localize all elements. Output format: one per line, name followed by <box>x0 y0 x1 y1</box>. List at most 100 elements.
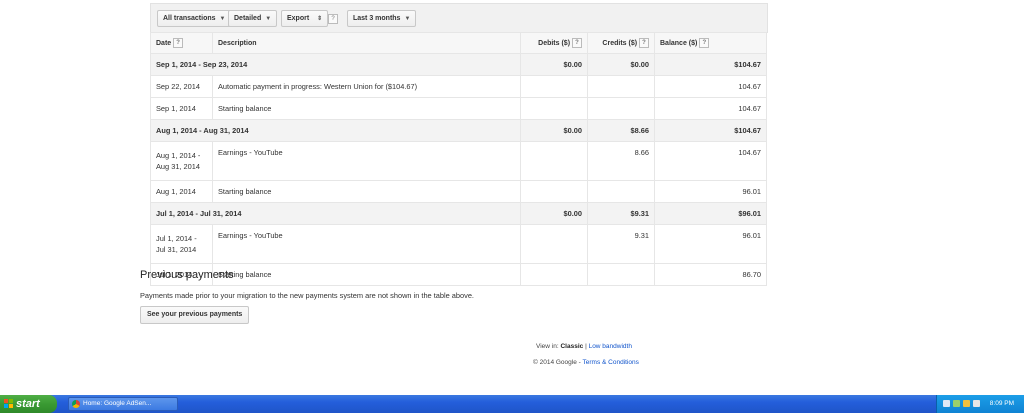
clock[interactable]: 8:09 PM <box>990 395 1014 413</box>
windows-taskbar: start Home: Google AdSen... 8:09 PM <box>0 395 1024 413</box>
balance-cell: $104.67 <box>654 53 767 76</box>
period-summary-row: Jul 1, 2014 - Jul 31, 2014 $0.00 $9.31 $… <box>150 202 767 225</box>
balance-column-header: Balance ($) ? <box>654 32 767 54</box>
windows-logo-icon <box>4 399 13 408</box>
debits-cell <box>520 180 588 203</box>
debits-cell <box>520 97 588 120</box>
credits-cell: 9.31 <box>587 224 655 264</box>
shield-icon[interactable] <box>953 400 960 407</box>
credits-cell: 8.66 <box>587 141 655 181</box>
period-range: Aug 1, 2014 - Aug 31, 2014 <box>150 119 521 142</box>
classic-view-label: Classic <box>560 343 584 350</box>
taskbar-item-browser[interactable]: Home: Google AdSen... <box>68 397 178 411</box>
credits-cell: $8.66 <box>587 119 655 142</box>
balance-cell: 104.67 <box>654 97 767 120</box>
footer-separator: | <box>585 343 587 350</box>
volume-icon[interactable] <box>963 400 970 407</box>
table-header-row: Date ? Description Debits ($) ? Credits … <box>150 32 767 54</box>
transactions-table: Date ? Description Debits ($) ? Credits … <box>150 32 767 286</box>
balance-cell: 86.70 <box>654 263 767 286</box>
view-mode-dropdown[interactable]: Detailed ▼ <box>228 10 278 27</box>
table-row: Sep 1, 2014 Starting balance 104.67 <box>150 97 767 120</box>
help-icon[interactable]: ? <box>699 38 710 48</box>
debits-cell: $0.00 <box>520 119 588 142</box>
caret-down-icon: ▼ <box>265 16 272 22</box>
terms-link[interactable]: Terms & Conditions <box>583 359 639 366</box>
description-cell: Earnings - YouTube <box>212 224 521 264</box>
table-row: Jul 1, 2014 Starting balance 86.70 <box>150 263 767 286</box>
previous-payments-text: Payments made prior to your migration to… <box>140 291 474 300</box>
period-summary-row: Sep 1, 2014 - Sep 23, 2014 $0.00 $0.00 $… <box>150 53 767 76</box>
export-label: Export <box>287 15 310 22</box>
credits-cell <box>587 97 655 120</box>
table-row: Jul 1, 2014 - Jul 31, 2014 Earnings - You… <box>150 224 767 264</box>
balance-cell: $104.67 <box>654 119 767 142</box>
view-mode-label: Detailed <box>234 15 262 22</box>
caret-down-icon: ▼ <box>404 16 411 22</box>
help-icon[interactable]: ? <box>572 38 582 48</box>
start-button[interactable]: start <box>0 395 57 413</box>
system-tray: 8:09 PM <box>936 395 1024 413</box>
debits-cell <box>520 141 588 181</box>
balance-cell: 96.01 <box>654 180 767 203</box>
balance-cell: 96.01 <box>654 224 767 264</box>
description-cell: Earnings - YouTube <box>212 141 521 181</box>
chrome-icon <box>72 400 80 408</box>
tray-app-icon[interactable] <box>973 400 980 407</box>
up-down-arrows-icon: ⇕ <box>317 16 323 22</box>
period-summary-row: Aug 1, 2014 - Aug 31, 2014 $0.00 $8.66 $… <box>150 119 767 142</box>
debits-cell: $0.00 <box>520 202 588 225</box>
table-row: Aug 1, 2014 - Aug 31, 2014 Earnings - You… <box>150 141 767 181</box>
help-icon[interactable]: ? <box>639 38 649 48</box>
copyright-footer: © 2014 Google - Terms & Conditions <box>533 359 639 366</box>
date-range-dropdown[interactable]: Last 3 months ▼ <box>347 10 417 27</box>
description-cell: Starting balance <box>212 263 521 286</box>
export-dropdown[interactable]: Export ⇕ <box>281 10 329 27</box>
date-cell: Sep 1, 2014 <box>150 97 213 120</box>
balance-cell: $96.01 <box>654 202 767 225</box>
credits-cell: $9.31 <box>587 202 655 225</box>
period-range: Jul 1, 2014 - Jul 31, 2014 <box>150 202 521 225</box>
view-in-label: View in: <box>536 343 559 350</box>
debits-cell: $0.00 <box>520 53 588 76</box>
date-cell: Jul 1, 2014 - Jul 31, 2014 <box>150 224 213 264</box>
date-cell: Sep 22, 2014 <box>150 75 213 98</box>
credits-cell <box>587 180 655 203</box>
credits-cell <box>587 263 655 286</box>
transaction-filter-dropdown[interactable]: All transactions ▼ <box>157 10 232 27</box>
description-cell: Starting balance <box>212 180 521 203</box>
view-mode-footer: View in: Classic | Low bandwidth <box>536 343 632 350</box>
filter-label: All transactions <box>163 15 216 22</box>
date-cell: Aug 1, 2014 - Aug 31, 2014 <box>150 141 213 181</box>
date-cell: Aug 1, 2014 <box>150 180 213 203</box>
see-previous-payments-button[interactable]: See your previous payments <box>140 306 250 324</box>
debits-cell <box>520 75 588 98</box>
low-bandwidth-link[interactable]: Low bandwidth <box>589 343 632 350</box>
balance-cell: 104.67 <box>654 75 767 98</box>
transactions-toolbar: All transactions ▼ Detailed ▼ Export ⇕ ? La… <box>150 3 768 33</box>
credits-column-header: Credits ($) ? <box>587 32 655 54</box>
export-help-icon[interactable]: ? <box>328 14 338 24</box>
table-row: Sep 22, 2014 Automatic payment in progre… <box>150 75 767 98</box>
date-range-label: Last 3 months <box>353 15 401 22</box>
copyright-text: © 2014 Google - <box>533 359 581 366</box>
adsense-transactions-page: All transactions ▼ Detailed ▼ Export ⇕ ? La… <box>0 0 1024 395</box>
debits-column-header: Debits ($) ? <box>520 32 588 54</box>
period-range: Sep 1, 2014 - Sep 23, 2014 <box>150 53 521 76</box>
taskbar-item-label: Home: Google AdSen... <box>83 400 152 407</box>
table-row: Aug 1, 2014 Starting balance 96.01 <box>150 180 767 203</box>
debits-cell <box>520 263 588 286</box>
balance-cell: 104.67 <box>654 141 767 181</box>
description-column-header: Description <box>212 32 521 54</box>
date-column-header: Date ? <box>150 32 213 54</box>
debits-cell <box>520 224 588 264</box>
start-label: start <box>16 398 40 410</box>
caret-down-icon: ▼ <box>219 16 226 22</box>
network-icon[interactable] <box>943 400 950 407</box>
credits-cell: $0.00 <box>587 53 655 76</box>
credits-cell <box>587 75 655 98</box>
previous-payments-title: Previous payments <box>140 269 234 281</box>
description-cell: Automatic payment in progress: Western U… <box>212 75 521 98</box>
help-icon[interactable]: ? <box>173 38 184 48</box>
description-cell: Starting balance <box>212 97 521 120</box>
